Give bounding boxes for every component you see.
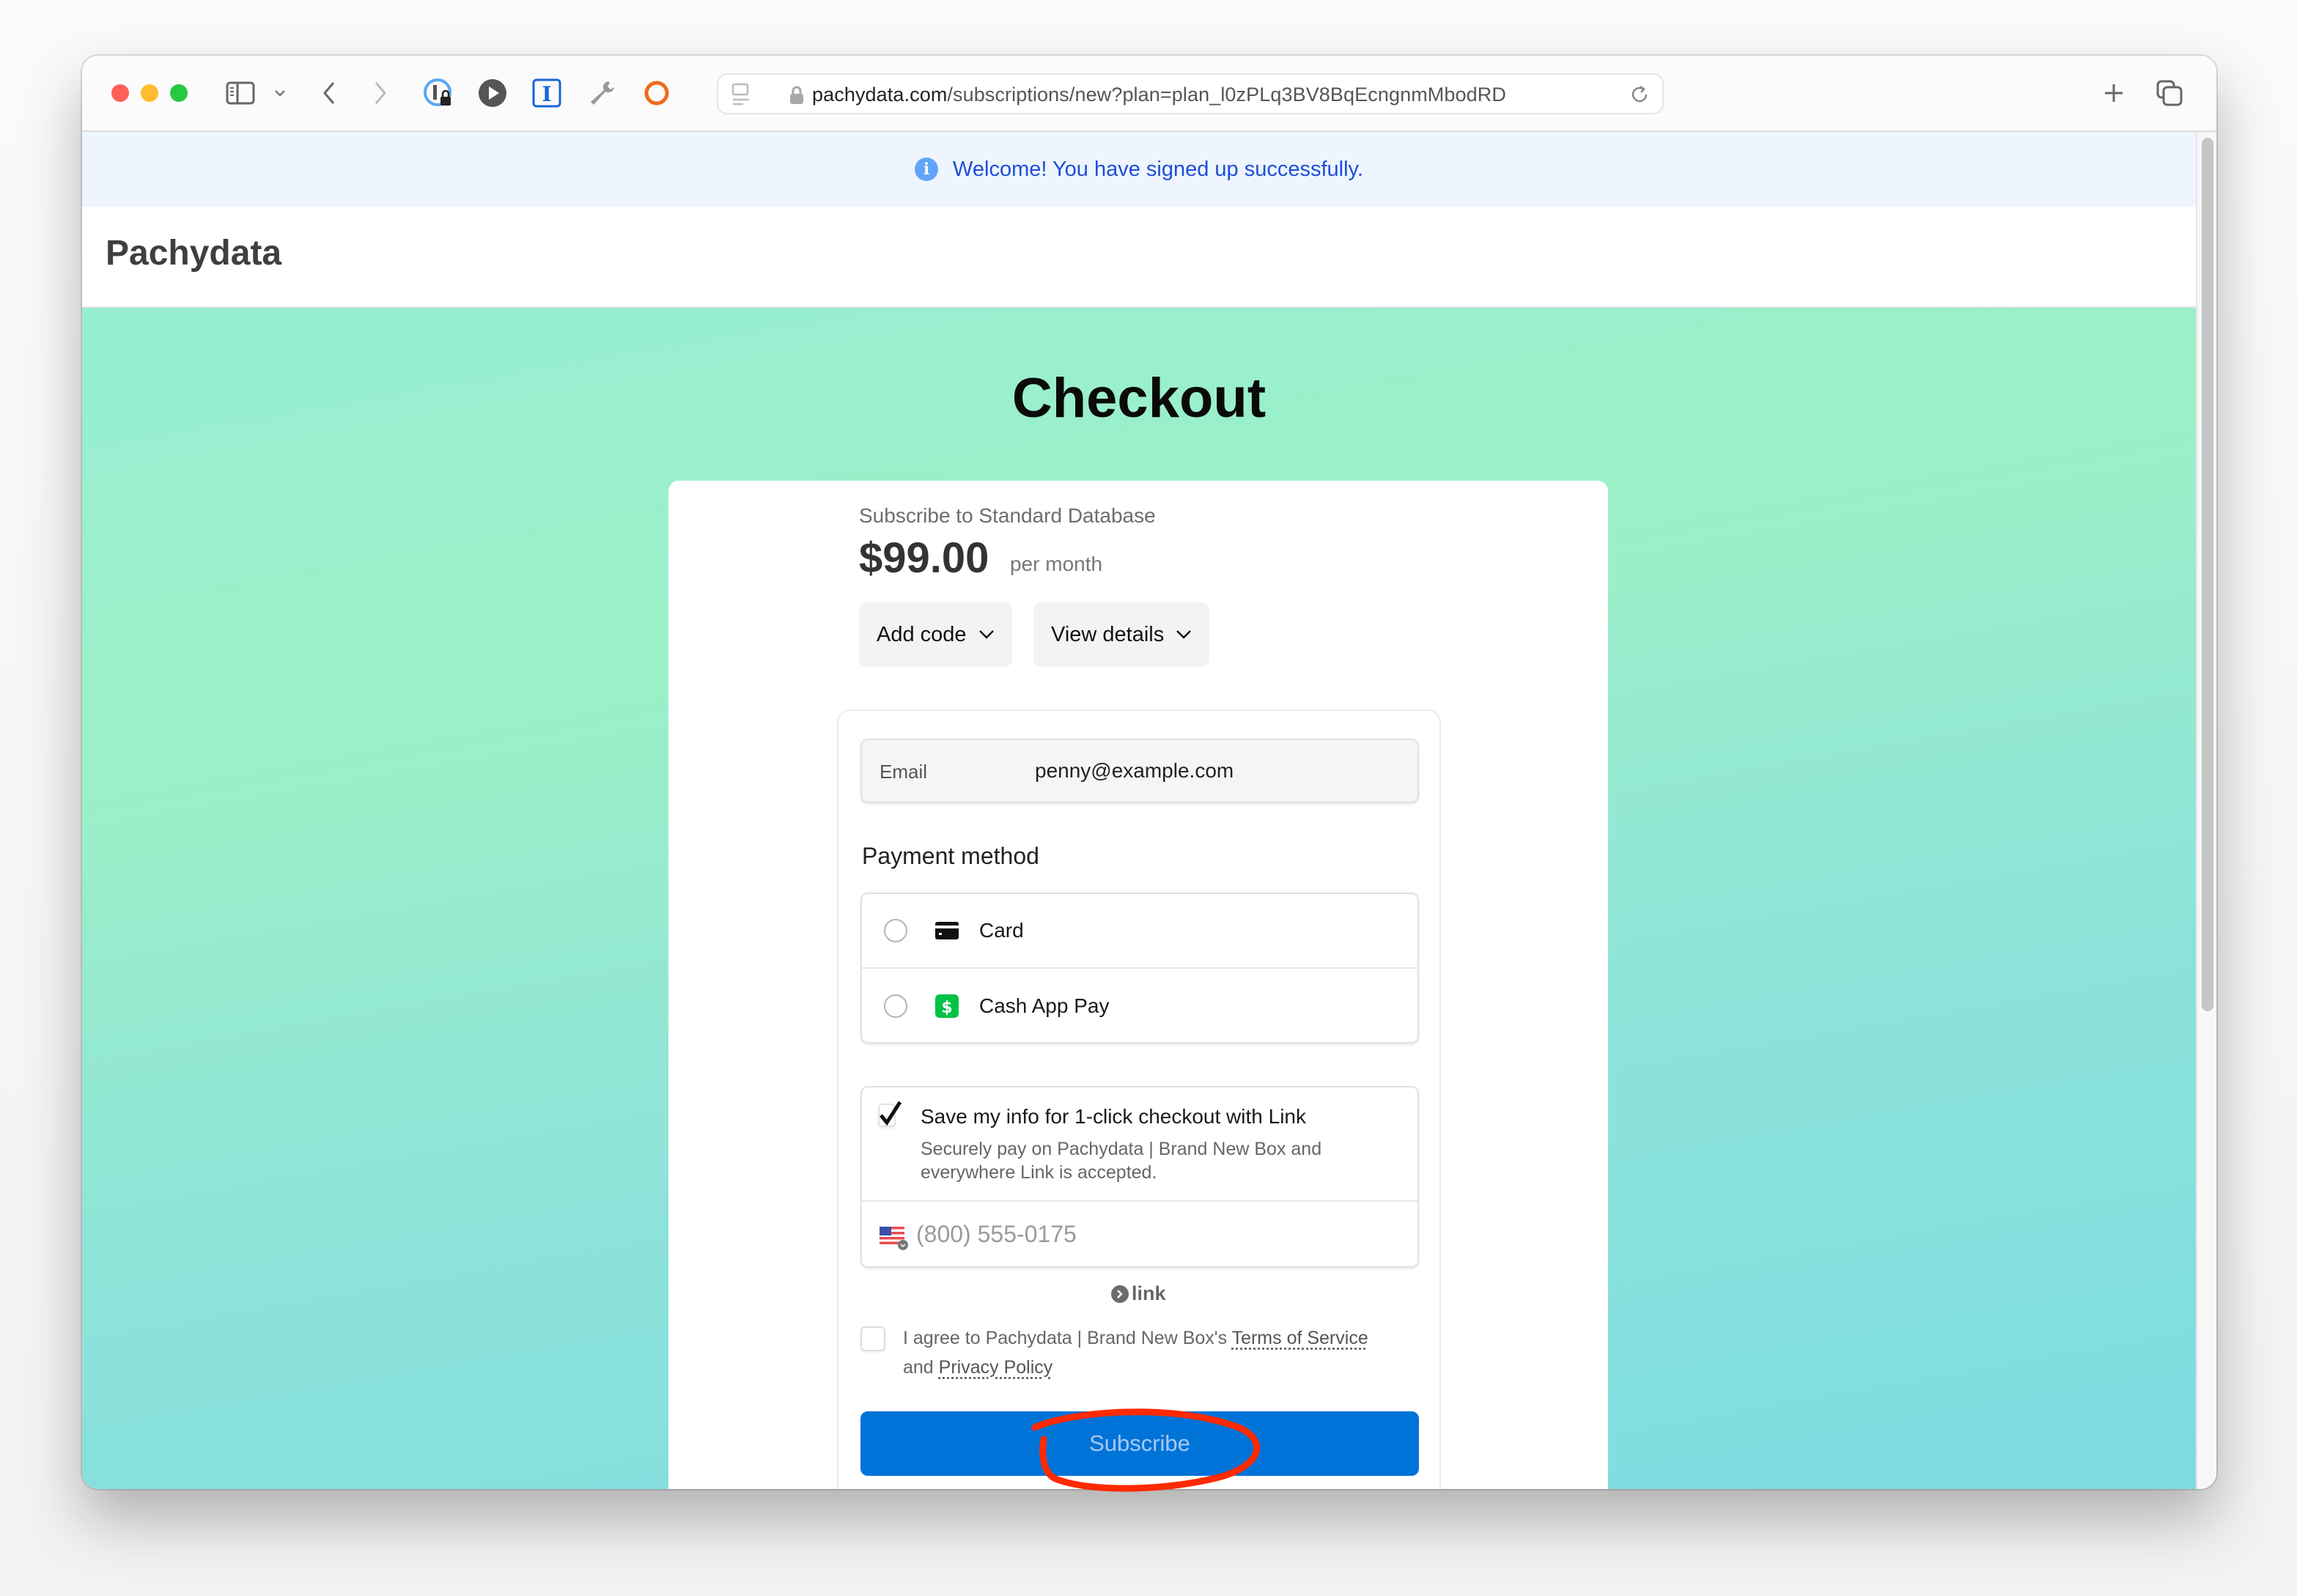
minimize-window-button[interactable] bbox=[141, 84, 158, 102]
back-icon[interactable] bbox=[318, 76, 340, 110]
reload-icon[interactable] bbox=[1629, 84, 1651, 109]
link-arrow-icon bbox=[1111, 1285, 1129, 1303]
brand-logo[interactable]: Pachydata bbox=[106, 233, 281, 273]
flash-notice: i Welcome! You have signed up successful… bbox=[82, 132, 2196, 207]
payment-option-card[interactable]: Card bbox=[862, 894, 1417, 969]
link-logo: link bbox=[1111, 1282, 1166, 1305]
close-window-button[interactable] bbox=[111, 84, 129, 102]
sidebar-icon[interactable] bbox=[224, 76, 257, 110]
add-code-label: Add code bbox=[877, 622, 967, 646]
checkout-card: Subscribe to Standard Database $99.00 pe… bbox=[668, 481, 1608, 1489]
chevron-down-icon bbox=[978, 629, 995, 640]
save-info-checkbox[interactable] bbox=[878, 1101, 902, 1127]
url-path: /subscriptions/new?plan=plan_l0zPLq3BV8B… bbox=[947, 84, 1506, 106]
checkout-section: Checkout Subscribe to Standard Database … bbox=[82, 308, 2196, 1489]
scrollbar-thumb[interactable] bbox=[2202, 138, 2213, 1011]
url-text[interactable]: pachydata.com/subscriptions/new?plan=pla… bbox=[812, 84, 1506, 106]
svg-text:I: I bbox=[542, 82, 551, 106]
text-cursor-icon[interactable]: I bbox=[531, 76, 563, 110]
card-label: Card bbox=[979, 919, 1024, 942]
payment-form: Email penny@example.com Payment method C… bbox=[837, 709, 1441, 1489]
flash-message: Welcome! You have signed up successfully… bbox=[953, 157, 1363, 181]
link-logo-text: link bbox=[1132, 1282, 1166, 1304]
info-icon: i bbox=[915, 158, 939, 181]
us-flag-icon[interactable] bbox=[880, 1227, 908, 1250]
save-info-label: Save my info for 1-click checkout with L… bbox=[921, 1105, 1306, 1128]
lock-icon bbox=[789, 85, 805, 109]
page-menu-icon[interactable] bbox=[730, 82, 752, 111]
navbar: Pachydata bbox=[82, 207, 2196, 308]
view-details-label: View details bbox=[1051, 622, 1165, 646]
maximize-window-button[interactable] bbox=[170, 84, 188, 102]
payment-option-cash-app[interactable]: $ Cash App Pay bbox=[862, 969, 1417, 1043]
email-value: penny@example.com bbox=[1035, 759, 1234, 782]
terms-checkbox[interactable] bbox=[860, 1326, 885, 1351]
privacy-policy-link[interactable]: Privacy Policy bbox=[939, 1357, 1053, 1378]
phone-field[interactable]: (800) 555-0175 bbox=[862, 1203, 1417, 1268]
credit-card-icon bbox=[935, 919, 959, 942]
card-radio[interactable] bbox=[884, 919, 907, 942]
cash-app-label: Cash App Pay bbox=[979, 994, 1110, 1017]
payment-method-heading: Payment method bbox=[862, 843, 1039, 869]
chevron-down-icon bbox=[1176, 629, 1192, 640]
chevron-down-icon[interactable] bbox=[271, 76, 289, 110]
terms-prefix: I agree to Pachydata | Brand New Box's bbox=[903, 1328, 1232, 1348]
page-content: i Welcome! You have signed up successful… bbox=[82, 132, 2196, 1489]
terms-middle: and bbox=[903, 1357, 939, 1378]
add-code-button[interactable]: Add code bbox=[859, 602, 1012, 667]
browser-toolbar: I pachydata.com/subscriptions/new?plan=p… bbox=[82, 56, 2216, 132]
scrollbar[interactable] bbox=[2196, 132, 2216, 1489]
password-manager-icon[interactable] bbox=[422, 76, 454, 110]
wrench-icon[interactable] bbox=[585, 76, 617, 110]
browser-window: I pachydata.com/subscriptions/new?plan=p… bbox=[82, 56, 2216, 1489]
tab-overview-icon[interactable] bbox=[2153, 76, 2186, 110]
product-name: Subscribe to Standard Database bbox=[859, 504, 1156, 527]
link-signup-box: Save my info for 1-click checkout with L… bbox=[860, 1086, 1419, 1268]
svg-text:$: $ bbox=[941, 999, 952, 1017]
play-icon[interactable] bbox=[476, 76, 509, 110]
new-tab-icon[interactable] bbox=[2098, 76, 2130, 110]
circle-icon[interactable] bbox=[641, 76, 673, 110]
phone-input[interactable]: (800) 555-0175 bbox=[916, 1221, 1077, 1248]
email-field[interactable]: Email penny@example.com bbox=[860, 739, 1419, 803]
terms-of-service-link[interactable]: Terms of Service bbox=[1232, 1328, 1368, 1348]
price-amount: $99.00 bbox=[859, 534, 989, 582]
address-bar[interactable]: pachydata.com/subscriptions/new?plan=pla… bbox=[717, 73, 1664, 114]
save-info-description: Securely pay on Pachydata | Brand New Bo… bbox=[921, 1139, 1322, 1183]
checkmark-icon bbox=[880, 1101, 902, 1126]
url-host: pachydata.com bbox=[812, 84, 948, 106]
cash-app-icon: $ bbox=[935, 994, 959, 1018]
subscribe-button[interactable]: Subscribe bbox=[860, 1411, 1419, 1476]
forward-icon[interactable] bbox=[369, 76, 391, 110]
price-interval: per month bbox=[1010, 553, 1103, 575]
payment-method-list: Card $ Cash App Pay bbox=[860, 893, 1419, 1043]
terms-text: I agree to Pachydata | Brand New Box's T… bbox=[903, 1323, 1431, 1382]
page-title: Checkout bbox=[1011, 367, 1267, 429]
view-details-button[interactable]: View details bbox=[1033, 602, 1210, 667]
email-label: Email bbox=[880, 761, 928, 783]
cash-app-radio[interactable] bbox=[884, 994, 907, 1018]
